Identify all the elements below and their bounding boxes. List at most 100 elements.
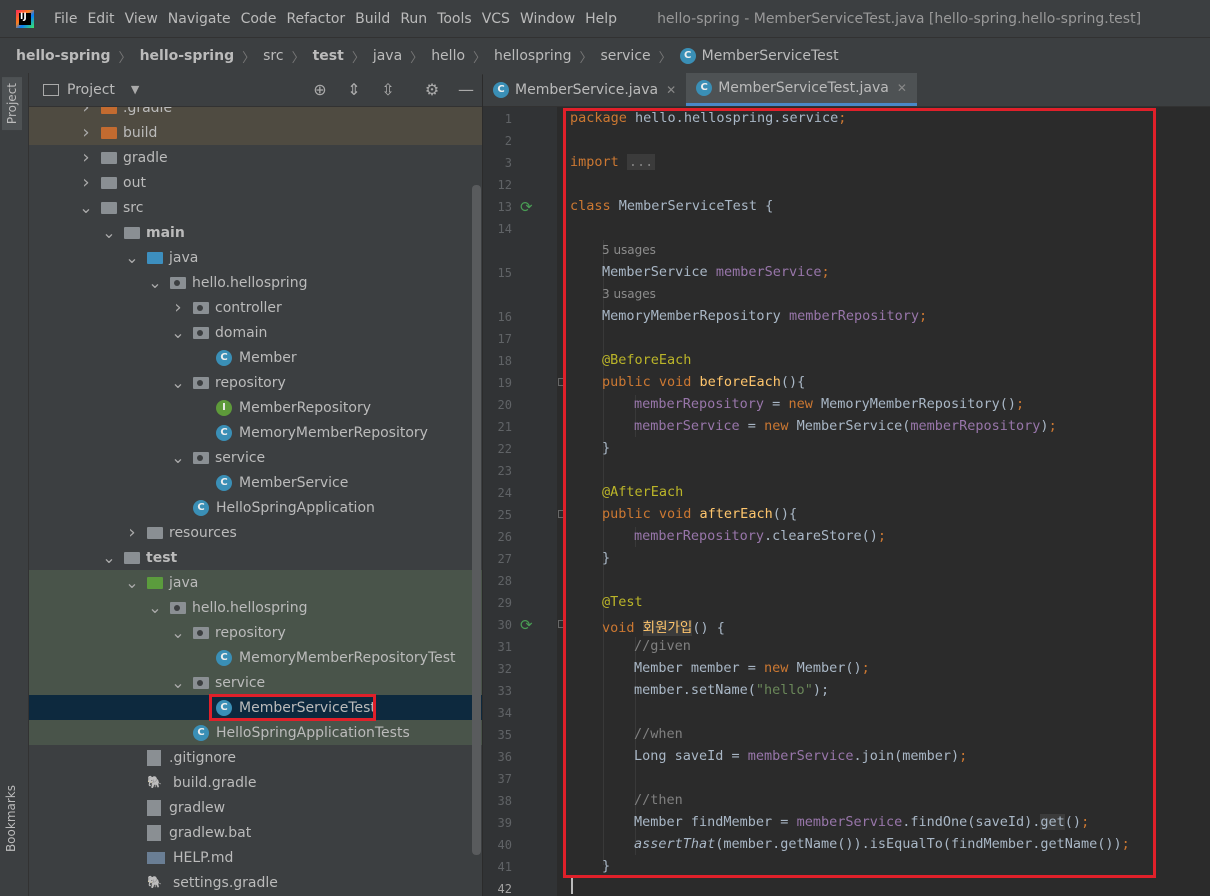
tree-item[interactable]: 🐘 settings.gradle [29, 870, 482, 895]
menu-tools[interactable]: Tools [437, 11, 472, 27]
tree-item[interactable]: › gradle [29, 145, 482, 170]
crumb-java[interactable]: java [373, 48, 402, 64]
tree-item[interactable]: gradlew.bat [29, 820, 482, 845]
menu-navigate[interactable]: Navigate [168, 11, 231, 27]
tree-item[interactable]: ⌄ service [29, 670, 482, 695]
tree-item[interactable]: C Member [29, 345, 482, 370]
menu-vcs[interactable]: VCS [482, 11, 510, 27]
tree-item[interactable]: C HelloSpringApplication [29, 495, 482, 520]
project-panel-title[interactable]: Project [67, 82, 115, 98]
chevron-right-icon[interactable]: › [171, 297, 185, 318]
tree-item[interactable]: C HelloSpringApplicationTests [29, 720, 482, 745]
crumb-src[interactable]: src [263, 48, 283, 64]
close-icon[interactable]: ✕ [666, 83, 676, 97]
expand-all-icon[interactable]: ⇕ [345, 81, 363, 99]
menu-help[interactable]: Help [585, 11, 617, 27]
package-icon [170, 601, 186, 614]
crumb-class[interactable]: MemberServiceTest [702, 48, 839, 64]
close-icon[interactable]: ✕ [897, 81, 907, 95]
collapse-all-icon[interactable]: ⇳ [379, 81, 397, 99]
chevron-down-icon[interactable]: ⌄ [125, 248, 139, 267]
tree-item[interactable]: ⌄ main [29, 220, 482, 245]
tree-item[interactable]: C MemoryMemberRepository [29, 420, 482, 445]
menu-refactor[interactable]: Refactor [286, 11, 345, 27]
tree-item[interactable]: ⌄ java [29, 245, 482, 270]
tree-item-label: MemoryMemberRepository [239, 424, 428, 441]
gear-icon[interactable]: ⚙ [423, 81, 441, 99]
menu-code[interactable]: Code [241, 11, 277, 27]
run-test-icon[interactable]: ⟳ [520, 616, 536, 634]
crumb-hellospring[interactable]: hellospring [494, 48, 571, 64]
tree-item[interactable]: ⌄ service [29, 445, 482, 470]
tree-item-label: build.gradle [173, 774, 257, 791]
project-tool-tab[interactable]: Project [2, 77, 22, 131]
project-tool-tab-label: Project [5, 83, 19, 125]
chevron-down-icon[interactable]: ▼ [131, 83, 139, 96]
menu-run[interactable]: Run [400, 11, 427, 27]
chevron-right-icon[interactable]: › [125, 522, 139, 543]
chevron-down-icon[interactable]: ⌄ [148, 273, 162, 292]
intellij-logo-icon[interactable]: IJ [16, 9, 34, 28]
chevron-down-icon[interactable]: ⌄ [79, 198, 93, 217]
tree-item[interactable]: › out [29, 170, 482, 195]
chevron-down-icon[interactable]: ⌄ [102, 223, 116, 242]
crumb-module[interactable]: hello-spring [140, 48, 235, 64]
tree-scrollbar[interactable] [472, 185, 481, 855]
tab-memberservice[interactable]: C MemberService.java ✕ [483, 73, 686, 106]
crumb-service[interactable]: service [600, 48, 650, 64]
crumb-project[interactable]: hello-spring [16, 48, 111, 64]
line-number: 29 [497, 596, 512, 610]
bookmarks-tool-tab[interactable]: Bookmarks [4, 785, 18, 852]
menu-view[interactable]: View [125, 11, 158, 27]
tree-item[interactable]: 🐘 build.gradle [29, 770, 482, 795]
chevron-down-icon[interactable]: ⌄ [171, 623, 185, 642]
chevron-down-icon[interactable]: ⌄ [171, 448, 185, 467]
tree-item[interactable]: I MemberRepository [29, 395, 482, 420]
tree-item[interactable]: › build [29, 120, 482, 145]
tree-item[interactable]: .gitignore [29, 745, 482, 770]
chevron-down-icon[interactable]: ⌄ [171, 673, 185, 692]
chevron-down-icon[interactable]: ⌄ [125, 573, 139, 592]
tree-item-label: HelloSpringApplication [216, 499, 375, 516]
tree-item[interactable]: ⌄ src [29, 195, 482, 220]
tree-item[interactable]: ⌄ hello.hellospring [29, 270, 482, 295]
tree-item[interactable]: gradlew [29, 795, 482, 820]
chevron-down-icon[interactable]: ⌄ [171, 323, 185, 342]
tree-item[interactable]: ⌄ repository [29, 620, 482, 645]
tree-item[interactable]: ⌄ test [29, 545, 482, 570]
menu-window[interactable]: Window [520, 11, 575, 27]
menu-file[interactable]: File [54, 11, 77, 27]
tree-item[interactable]: › .gradle [29, 107, 482, 120]
tree-item[interactable]: C MemoryMemberRepositoryTest [29, 645, 482, 670]
class-icon: C [193, 499, 209, 516]
tree-item[interactable]: › controller [29, 295, 482, 320]
menu-edit[interactable]: Edit [87, 11, 114, 27]
class-icon: C [216, 424, 232, 441]
tree-item[interactable]: ⌄ domain [29, 320, 482, 345]
hide-icon[interactable]: — [457, 81, 475, 99]
test-class-icon: C [679, 48, 696, 64]
chevron-right-icon[interactable]: › [79, 122, 93, 143]
line-number: 24 [497, 486, 512, 500]
chevron-down-icon[interactable]: ⌄ [148, 598, 162, 617]
locate-icon[interactable]: ⊕ [311, 81, 329, 99]
crumb-hello[interactable]: hello [431, 48, 465, 64]
tree-item[interactable]: C MemberService [29, 470, 482, 495]
chevron-right-icon[interactable]: › [79, 107, 93, 118]
tab-memberservicetest[interactable]: C MemberServiceTest.java ✕ [686, 73, 917, 106]
line-number: 41 [497, 860, 512, 874]
tree-item[interactable]: ⌄ repository [29, 370, 482, 395]
tree-item[interactable]: ⌄ java [29, 570, 482, 595]
tree-item[interactable]: HELP.md [29, 845, 482, 870]
menu-build[interactable]: Build [355, 11, 390, 27]
chevron-down-icon[interactable]: ⌄ [171, 373, 185, 392]
chevron-down-icon[interactable]: ⌄ [102, 548, 116, 567]
tree-item[interactable]: ⌄ hello.hellospring [29, 595, 482, 620]
interface-icon: I [216, 399, 232, 416]
tree-item[interactable]: › resources [29, 520, 482, 545]
chevron-right-icon[interactable]: › [79, 147, 93, 168]
run-test-icon[interactable]: ⟳ [520, 198, 536, 216]
chevron-right-icon[interactable]: › [79, 172, 93, 193]
crumb-test[interactable]: test [313, 48, 344, 64]
markdown-icon [147, 851, 165, 864]
